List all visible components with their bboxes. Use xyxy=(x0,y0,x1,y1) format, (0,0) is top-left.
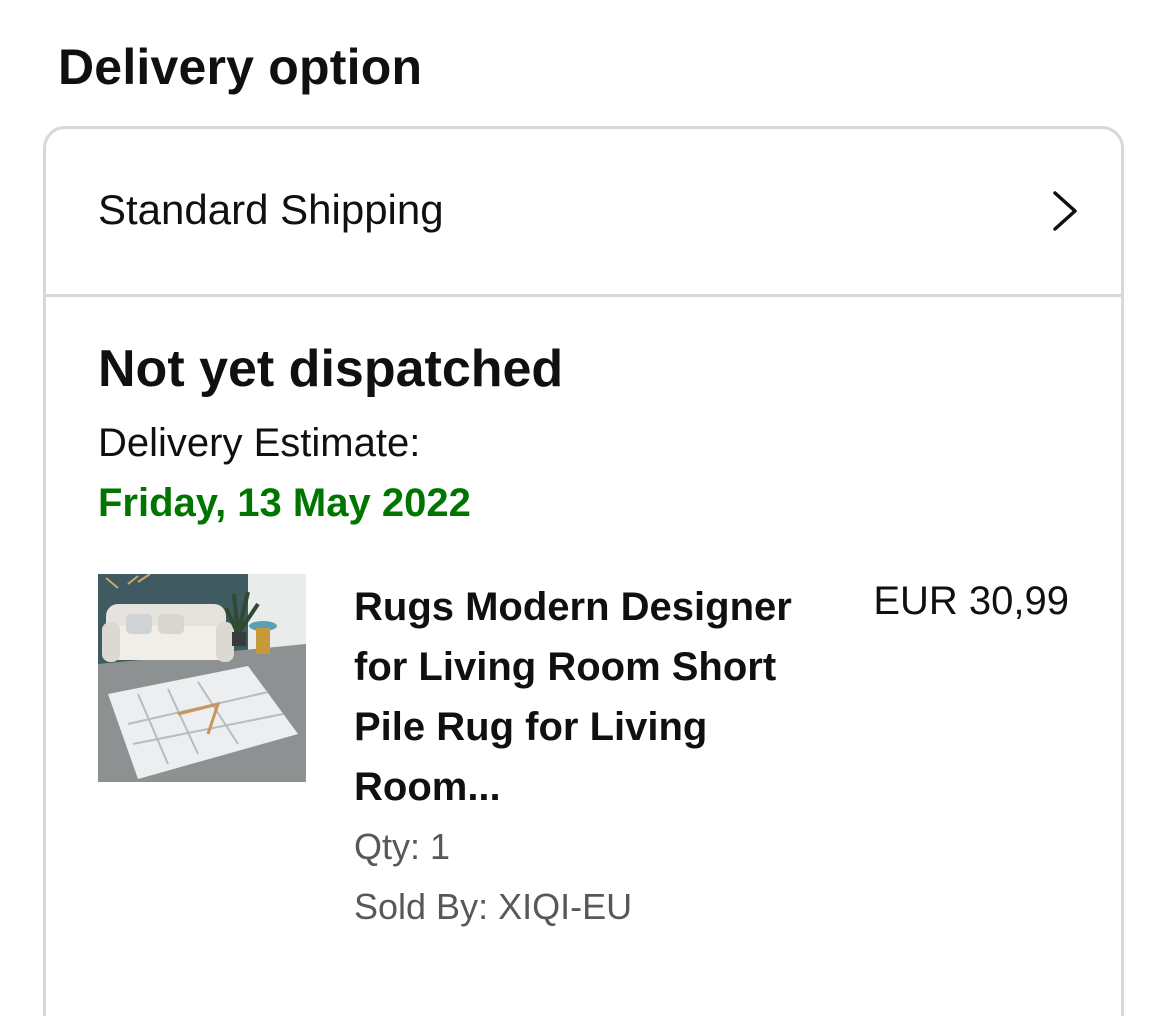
delivery-card: Standard Shipping Not yet dispatched Del… xyxy=(43,126,1124,1016)
shipping-option-row[interactable]: Standard Shipping xyxy=(46,129,1121,297)
delivery-page: Delivery option Standard Shipping Not ye… xyxy=(0,0,1170,1016)
section-title: Delivery option xyxy=(58,39,423,95)
product-title[interactable]: Rugs Modern Designer for Living Room Sho… xyxy=(354,577,824,817)
delivery-estimate-label: Delivery Estimate: xyxy=(98,421,421,465)
product-image[interactable] xyxy=(98,574,306,782)
chevron-right-icon xyxy=(1053,191,1077,231)
product-quantity: Qty: 1 xyxy=(354,826,451,867)
shipping-option-label: Standard Shipping xyxy=(98,186,444,233)
delivery-estimate-date: Friday, 13 May 2022 xyxy=(98,481,471,525)
product-seller: Sold By: XIQI-EU xyxy=(354,886,633,927)
product-price: EUR 30,99 xyxy=(873,579,1069,623)
shipment-status: Not yet dispatched xyxy=(98,340,564,398)
